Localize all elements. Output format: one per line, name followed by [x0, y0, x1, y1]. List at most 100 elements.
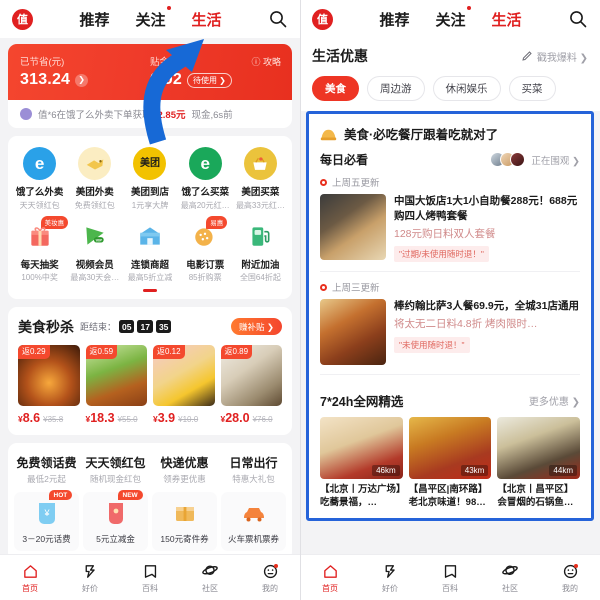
list-item-subtitle: 将太无二日料4.8折 烤肉限时… — [394, 318, 538, 331]
nav-tab-recommend[interactable]: 推荐 — [379, 9, 409, 30]
video-vip-icon: VIP — [78, 220, 111, 253]
app-logo[interactable]: 值 — [12, 8, 33, 30]
list-item-text: 中国大饭店1大1小自助餐288元！688元购四人烤鸭套餐 128元购日料双人套餐… — [394, 194, 580, 263]
promo-cell-travel[interactable]: 火车票机票券 — [221, 492, 286, 551]
tabbar-item-encyclopedia[interactable]: 百科 — [420, 562, 480, 594]
flash-sale-item[interactable]: 返0.59 ¥18.3 ¥55.0 — [85, 344, 147, 425]
report-link[interactable]: 戳我爆料 ❯ — [521, 49, 588, 64]
tabbar-item-community[interactable]: 社区 — [180, 562, 240, 594]
app-logo[interactable]: 值 — [312, 8, 333, 30]
notice-suffix: 现金,6s前 — [191, 110, 233, 121]
tabbar-label: 首页 — [22, 583, 38, 593]
daily-must-see-row[interactable]: 每日必看 正在围观 ❯ — [309, 151, 591, 175]
grid-sublabel: 全国64折起 — [239, 273, 281, 282]
chip-grocery[interactable]: 买菜 — [508, 76, 556, 101]
right-top-navbar: 值 推荐 关注 生活 — [300, 0, 600, 38]
avatar — [510, 152, 526, 167]
tabbar-label: 社区 — [502, 583, 518, 593]
food-hat-icon — [320, 127, 337, 141]
promo-headers: 免费领话费 最低2元起 天天领红包 随机现金红包 快递优惠 领券更优惠 日常出行… — [8, 443, 292, 485]
subsidy-status-chip[interactable]: 待使用 ❯ — [186, 72, 232, 88]
profile-badge-dot — [274, 563, 278, 568]
earn-subsidy-button[interactable]: 赚补贴 ❯ — [231, 318, 282, 335]
tabbar-label: 百科 — [442, 583, 458, 593]
grid-item-movie-ticket[interactable]: 易惠 电影订票 85折购票 — [178, 215, 233, 284]
must-eat-banner[interactable]: 美食·必吃餐厅跟着吃就对了 — [309, 114, 591, 151]
grid-item-chain-store[interactable]: 连锁商超 最高5折立减 — [122, 220, 177, 284]
report-link-label: 戳我爆料 ❯ — [536, 52, 588, 64]
page-indicator-bar — [143, 289, 157, 292]
grid-item-video-vip[interactable]: VIP 视频会员 最高30天会… — [67, 220, 122, 284]
notice-prefix: 值*6在饿了么外卖下单获取 — [38, 110, 152, 121]
list-item[interactable]: 中国大饭店1大1小自助餐288元！688元购四人烤鸭套餐 128元购日料双人套餐… — [309, 194, 591, 271]
grid-sublabel: 最高20元红… — [180, 200, 230, 210]
grid-sublabel: 1元享大牌 — [131, 200, 169, 210]
grid-item-nearby-fuel[interactable]: 附近加油 全国64折起 — [233, 220, 288, 284]
flash-item-price: ¥18.3 — [85, 411, 115, 425]
parcel-icon — [172, 499, 198, 529]
nav-tab-follow[interactable]: 关注 — [135, 5, 171, 30]
app-shortcut-grid: e 饿了么外卖 天天领红包 美团外卖 免费领红包 美团 美团到店 1元享大牌 e… — [8, 136, 292, 289]
product-thumb: 43km — [408, 417, 492, 479]
nav-tab-recommend[interactable]: 推荐 — [79, 9, 109, 30]
search-icon[interactable] — [568, 9, 588, 29]
chip-nearby-travel[interactable]: 周边游 — [367, 76, 425, 101]
grid-item-meituan-daodian[interactable]: 美团 美团到店 1元享大牌 — [122, 147, 177, 211]
update-row: 上周三更新 — [309, 280, 591, 299]
list-item[interactable]: 棒约翰比萨3人餐69.9元，全城31店通用 将太无二日料4.8折 烤肉限时… "… — [309, 299, 591, 374]
promo-cell-parcel[interactable]: 150元寄件券 — [152, 492, 217, 551]
tabbar-item-profile[interactable]: 我的 — [240, 562, 300, 594]
tabbar-item-profile[interactable]: 我的 — [540, 562, 600, 594]
promo-caption: 火车票机票券 — [227, 534, 279, 544]
promo-cell-phone-credit[interactable]: HOT ¥ 3－20元话费 — [14, 490, 79, 551]
grid-item-meituan-maicai[interactable]: 美团买菜 最高33元红… — [233, 147, 288, 211]
nav-tab-life[interactable]: 生活 — [492, 9, 522, 30]
profile-badge-dot — [574, 563, 578, 568]
tabbar-item-price[interactable]: 好价 — [60, 562, 120, 594]
product-card[interactable]: 44km 【北京丨昌平区】会冒烟的石锅鱼… — [497, 417, 580, 508]
tabbar-item-home[interactable]: 首页 — [0, 562, 60, 594]
promo-header-title: 免费领话费 — [16, 456, 77, 470]
flash-sale-item[interactable]: 返0.12 ¥3.9 ¥10.0 — [153, 344, 215, 425]
redpacket-icon — [103, 499, 129, 529]
strategy-link[interactable]: ⓘ 攻略 — [251, 55, 281, 68]
promo-cell-redpacket[interactable]: NEW 5元立减金 — [83, 490, 148, 551]
flash-sale-item[interactable]: 返0.89 ¥28.0 ¥76.0 — [220, 344, 282, 425]
promo-tag-hot: HOT — [48, 490, 73, 500]
search-icon[interactable] — [268, 9, 288, 29]
promo-tag-new: NEW — [117, 490, 143, 500]
chip-leisure[interactable]: 休闲娱乐 — [432, 76, 501, 101]
fuel-icon — [244, 220, 277, 253]
tabbar-item-home[interactable]: 首页 — [300, 562, 360, 594]
promo-header-item: 快递优惠 领券更优惠 — [150, 454, 219, 485]
grid-item-eleme-maicai[interactable]: e 饿了么买菜 最高20元红… — [178, 147, 233, 211]
savings-banner[interactable]: 已节省(元) 313.24 ❯ 贴金(元) 0.92 待使用 ❯ ⓘ 攻略 — [8, 44, 292, 100]
left-top-navbar: 值 推荐 关注 生活 — [0, 0, 300, 38]
more-deals-link[interactable]: 更多优惠 ❯ — [529, 393, 580, 408]
promo-header-sub: 最低2元起 — [27, 474, 66, 484]
grid-item-eleme-waimai[interactable]: e 饿了么外卖 天天领红包 — [12, 147, 67, 211]
flash-item-thumb: 返0.29 — [18, 344, 80, 406]
price-tag-icon — [60, 562, 120, 581]
flash-sale-item[interactable]: 返0.29 ¥8.6 ¥35.8 — [18, 344, 80, 425]
promo-header-title: 快递优惠 — [160, 456, 209, 470]
saved-arrow-icon[interactable]: ❯ — [75, 73, 89, 87]
product-card[interactable]: 46km 【北京丨万达广场】吃蕎景福，… — [320, 417, 403, 508]
grid-item-meituan-waimai[interactable]: 美团外卖 免费领红包 — [67, 147, 122, 211]
nav-tab-life[interactable]: 生活 — [192, 9, 222, 30]
flash-item-thumb: 返0.89 — [220, 344, 282, 406]
tabbar-item-community[interactable]: 社区 — [480, 562, 540, 594]
nav-tab-follow[interactable]: 关注 — [435, 5, 471, 30]
grid-label: 美团买菜 — [241, 187, 280, 198]
product-card[interactable]: 43km 【昌平区|南环路】老北京味道！98… — [408, 417, 492, 508]
tabbar-item-encyclopedia[interactable]: 百科 — [120, 562, 180, 594]
grid-page-indicator — [8, 289, 292, 299]
nav-tab-follow-badge-dot — [166, 5, 171, 10]
grid-item-daily-lottery[interactable]: 美妆惠 每天抽奖 100%中奖 — [12, 215, 69, 284]
promo-header-title: 天天领红包 — [85, 456, 146, 470]
notice-ticker[interactable]: 值*6在饿了么外卖下单获取 2.85元 现金,6s前 — [8, 100, 292, 128]
chip-food[interactable]: 美食 — [312, 76, 359, 101]
flash-item-price: ¥8.6 — [18, 411, 41, 425]
tabbar-item-price[interactable]: 好价 — [360, 562, 420, 594]
promo-caption: 150元寄件券 — [160, 534, 209, 544]
